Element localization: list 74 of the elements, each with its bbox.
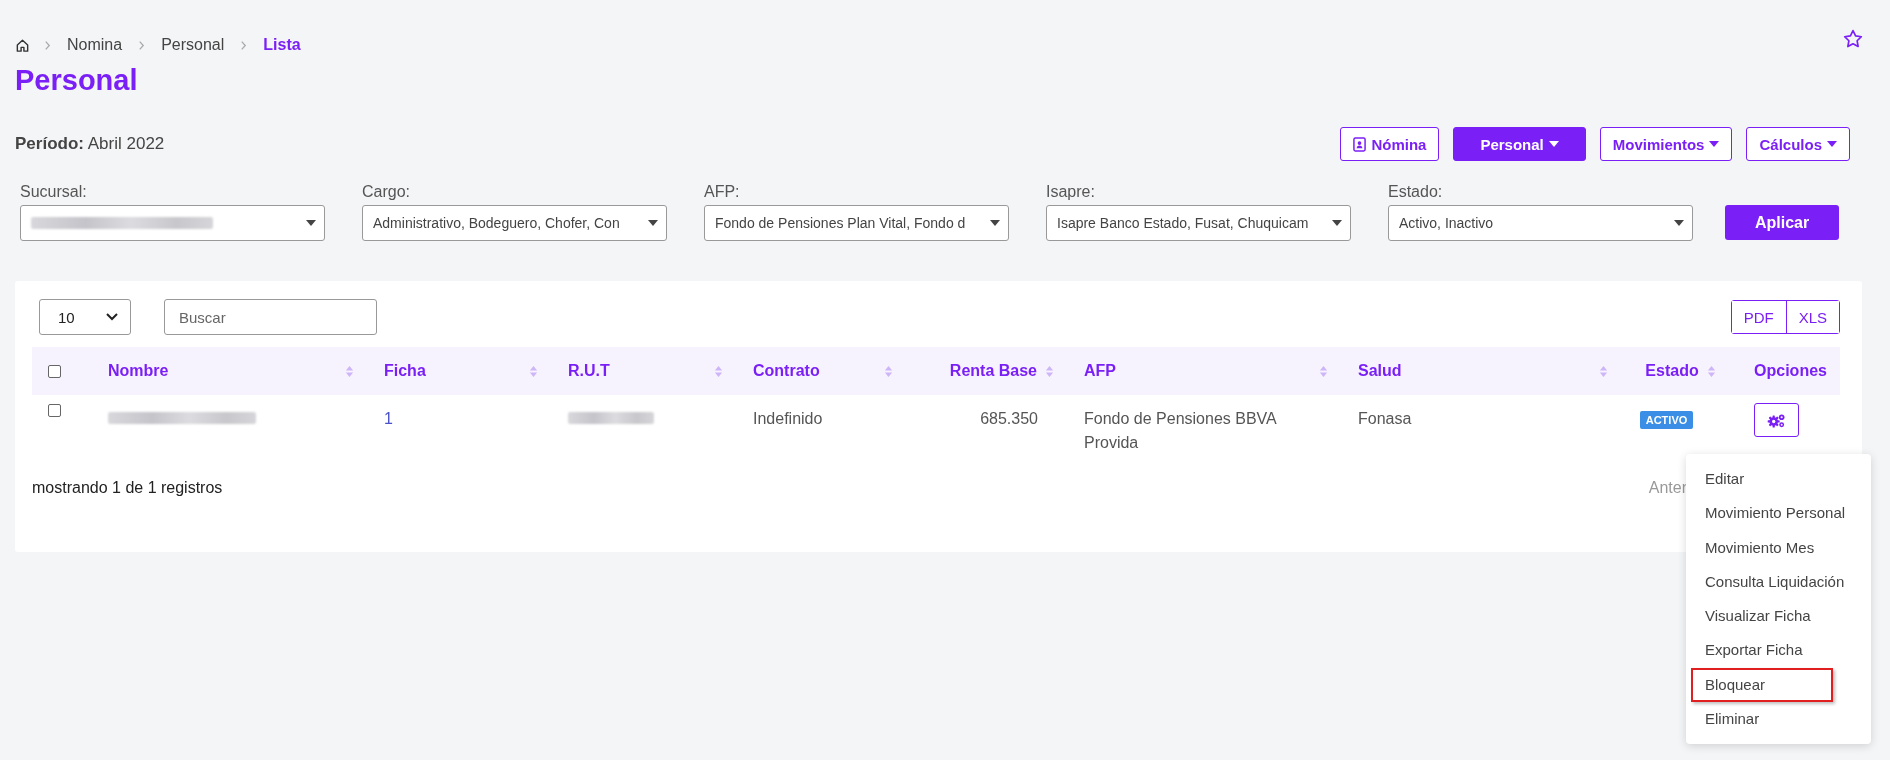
- sort-icon[interactable]: [1319, 364, 1328, 378]
- sort-icon[interactable]: [1045, 364, 1054, 378]
- filter-label: Isapre:: [1046, 183, 1096, 201]
- chevron-icon: [44, 39, 51, 51]
- page-title: Personal: [15, 64, 139, 97]
- dropdown-button[interactable]: Movimientos: [1599, 127, 1733, 161]
- checkbox[interactable]: [48, 403, 61, 417]
- contact-card-icon: [1353, 136, 1367, 152]
- export-button[interactable]: XLS: [1785, 301, 1839, 333]
- sort-icon[interactable]: [714, 364, 723, 378]
- column-header[interactable]: Salud: [1358, 362, 1402, 380]
- select-field[interactable]: Isapre Banco Estado, Fusat, Chuquicam: [1046, 205, 1351, 241]
- menu-item[interactable]: Eliminar: [1686, 701, 1871, 737]
- table-cell: 685.350: [980, 410, 1038, 427]
- table-cell: Indefinido: [753, 410, 823, 427]
- caret-icon: [990, 220, 1000, 226]
- chevron-icon: [138, 39, 146, 51]
- column-header[interactable]: Opciones: [1754, 362, 1827, 380]
- chevron-icon: [240, 39, 248, 51]
- sort-icon[interactable]: [1599, 364, 1608, 378]
- options-button[interactable]: [1754, 403, 1799, 437]
- select-field[interactable]: Activo, Inactivo: [1388, 205, 1693, 241]
- caret-icon: [648, 220, 658, 226]
- caret-icon: [1709, 141, 1720, 147]
- caret-icon: [1827, 141, 1837, 147]
- menu-item[interactable]: Editar: [1686, 462, 1871, 497]
- nav-button[interactable]: Nómina: [1340, 127, 1440, 161]
- sort-icon[interactable]: [1706, 364, 1716, 378]
- page-size-select[interactable]: 10: [39, 299, 131, 335]
- menu-item[interactable]: Consulta Liquidación: [1686, 564, 1871, 600]
- column-header[interactable]: Nombre: [108, 362, 169, 380]
- filter-label: Cargo:: [362, 183, 412, 201]
- table-cell: Fonasa: [1358, 410, 1412, 427]
- table-cell: Fondo de Pensiones BBVA Provida: [1084, 410, 1276, 451]
- menu-item[interactable]: Movimiento Personal: [1686, 496, 1871, 531]
- apply-button[interactable]: Aplicar: [1725, 205, 1840, 240]
- menu-item[interactable]: Bloquear: [1691, 667, 1833, 702]
- caret-icon: [1332, 220, 1342, 226]
- caret-icon: [1674, 220, 1684, 226]
- sort-icon[interactable]: [884, 364, 893, 378]
- select-field[interactable]: Fondo de Pensiones Plan Vital, Fondo d: [704, 205, 1009, 241]
- chevron-icon: [106, 313, 118, 321]
- breadcrumb-item[interactable]: Lista: [263, 36, 301, 54]
- gears-icon: [1767, 412, 1786, 428]
- select-field[interactable]: [20, 205, 325, 241]
- column-header[interactable]: Estado: [1645, 362, 1699, 380]
- dropdown-button[interactable]: Cálculos: [1746, 127, 1850, 161]
- dropdown-button[interactable]: Personal: [1453, 127, 1586, 161]
- column-header[interactable]: AFP: [1084, 362, 1116, 380]
- column-header[interactable]: Contrato: [753, 362, 820, 380]
- menu-item[interactable]: Movimiento Mes: [1686, 530, 1871, 565]
- checkbox[interactable]: [48, 365, 61, 379]
- star-icon[interactable]: [1842, 28, 1864, 50]
- filter-label: Sucursal:: [20, 183, 88, 201]
- home-icon[interactable]: [15, 37, 30, 53]
- menu-item[interactable]: Visualizar Ficha: [1686, 599, 1871, 634]
- caret-icon: [306, 220, 316, 226]
- menu-item[interactable]: Exportar Ficha: [1686, 633, 1871, 668]
- records-summary: mostrando 1 de 1 registros: [32, 479, 223, 497]
- search-field[interactable]: Buscar: [164, 299, 377, 335]
- sort-icon[interactable]: [529, 364, 538, 378]
- caret-icon: [1548, 141, 1559, 147]
- column-header[interactable]: Renta Base: [949, 362, 1037, 380]
- sort-icon[interactable]: [345, 364, 354, 378]
- breadcrumb-item[interactable]: Nomina: [67, 36, 123, 54]
- filter-label: AFP:: [704, 183, 741, 201]
- table-cell[interactable]: 1: [384, 410, 393, 427]
- period-text: Período: Abril 2022: [15, 134, 165, 154]
- select-field[interactable]: Administrativo, Bodeguero, Chofer, Con: [362, 205, 667, 241]
- column-header[interactable]: Ficha: [384, 362, 426, 380]
- filter-label: Estado:: [1388, 183, 1444, 201]
- breadcrumb-item[interactable]: Personal: [161, 36, 225, 54]
- column-header[interactable]: R.U.T: [568, 362, 610, 380]
- status-badge: ACTIVO: [1639, 411, 1694, 429]
